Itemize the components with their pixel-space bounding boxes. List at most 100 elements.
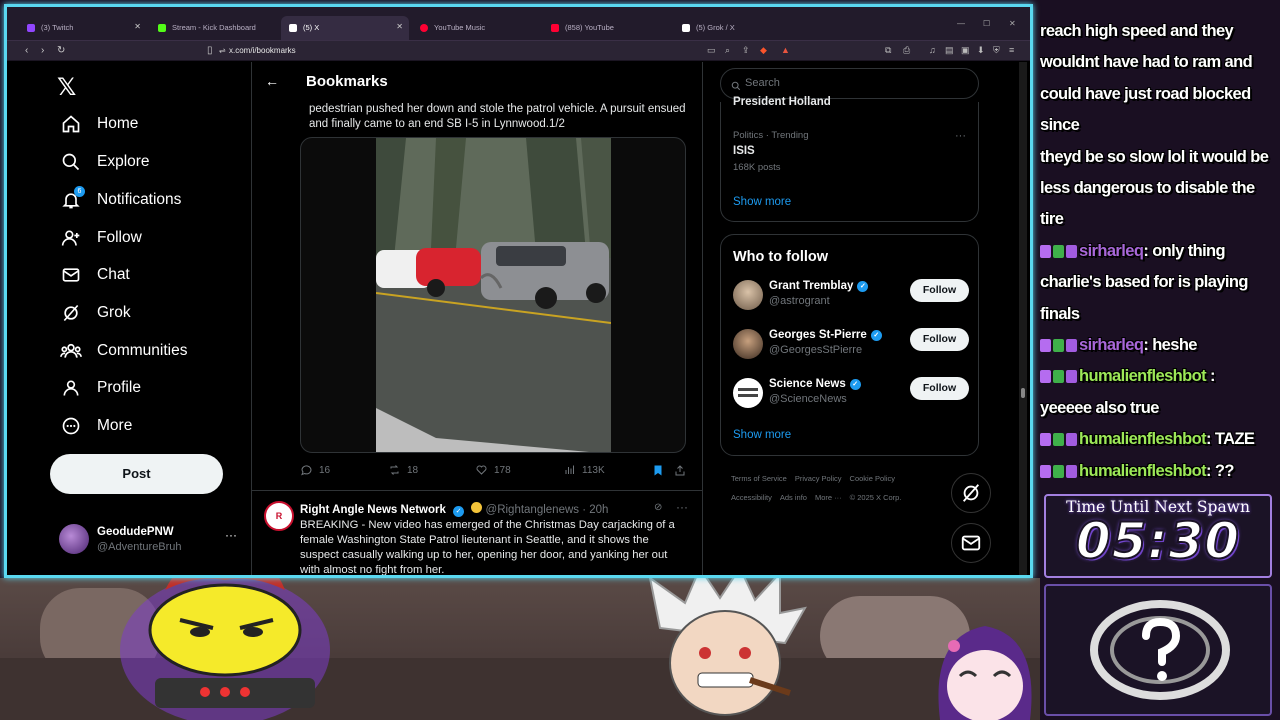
footer-link[interactable]: Terms of Service — [731, 474, 787, 483]
messages-fab[interactable] — [951, 523, 991, 563]
close-window-icon[interactable]: ✕ — [1009, 19, 1016, 28]
chat-username[interactable]: sirharleq — [1079, 242, 1144, 260]
crash-scene-illustration — [376, 138, 611, 452]
x-logo[interactable]: 𝕏 — [57, 73, 76, 101]
maximize-icon[interactable]: ☐ — [983, 19, 990, 28]
tweet-author-name[interactable]: Right Angle News Network — [300, 504, 446, 516]
tab-x[interactable]: (5) X ✕ — [281, 16, 409, 40]
tweet-more-icon[interactable]: ··· — [676, 500, 688, 514]
downloads-icon[interactable]: ⬇ — [977, 45, 985, 56]
vpn-icon[interactable]: ⛨ — [993, 45, 1000, 56]
footer-link[interactable]: Ads info — [780, 493, 807, 502]
close-icon[interactable]: ✕ — [134, 22, 141, 31]
chat-text: : — [1206, 367, 1216, 386]
chat-username[interactable]: humalienfleshbot — [1079, 430, 1207, 448]
reply-button[interactable]: 16 — [300, 464, 330, 476]
nav-chat[interactable]: Chat — [60, 263, 130, 287]
nav-grok[interactable]: Grok — [60, 301, 131, 325]
footer-link[interactable]: Accessibility — [731, 493, 772, 502]
scrollbar[interactable] — [1019, 62, 1027, 575]
music-icon[interactable]: ♫ — [929, 45, 936, 55]
show-more-link[interactable]: Show more — [733, 196, 791, 208]
share-button[interactable] — [674, 464, 692, 477]
crash-photo[interactable] — [376, 138, 611, 452]
follow-button[interactable]: Follow — [910, 279, 969, 302]
show-more-link[interactable]: Show more — [733, 429, 791, 441]
nav-follow[interactable]: Follow — [60, 226, 142, 250]
extensions-icon[interactable]: ⧉ — [885, 45, 891, 56]
follow-suggestion[interactable]: Science News ✓ @ScienceNews Follow — [733, 377, 973, 410]
tab-youtube[interactable]: (858) YouTube — [543, 16, 671, 40]
chat-message-continuation: theyd be so slow lol it would be — [1040, 142, 1276, 173]
account-switcher[interactable]: GeodudePNW @AdventureBruh ··· — [59, 524, 239, 560]
follow-button[interactable]: Follow — [910, 377, 969, 400]
tweet-time[interactable]: · 20h — [582, 504, 608, 516]
tab-kick[interactable]: Stream - Kick Dashboard — [150, 16, 278, 40]
tweet-header: Right Angle News Network ✓ @Rightanglene… — [300, 502, 608, 517]
bookmark-page-icon[interactable]: ▯ — [207, 45, 213, 56]
close-icon[interactable]: ✕ — [396, 22, 403, 31]
follow-suggestion[interactable]: Grant Tremblay ✓ @astrogrant Follow — [733, 279, 973, 312]
brave-shield-icon[interactable]: ◆ — [760, 45, 767, 56]
footer-link[interactable]: More ··· — [815, 493, 842, 502]
nav-communities[interactable]: Communities — [60, 339, 187, 363]
tweet-author-handle[interactable]: @Rightanglenews — [486, 504, 580, 516]
footer-link[interactable]: Cookie Policy — [850, 474, 895, 483]
nav-profile[interactable]: Profile — [60, 376, 141, 400]
avatar[interactable] — [733, 280, 763, 310]
tweet-media[interactable] — [300, 137, 686, 453]
trend-item-partial[interactable]: President Holland — [733, 96, 831, 108]
footer-link[interactable]: Privacy Policy — [795, 474, 842, 483]
badge-icon — [1040, 370, 1051, 384]
chat-username[interactable]: humalienfleshbot — [1079, 367, 1207, 385]
wallet-icon[interactable]: ▣ — [961, 45, 970, 56]
trend-item[interactable]: Politics · Trending ISIS 168K posts — [733, 130, 809, 173]
tab-grok[interactable]: (5) Grok / X — [674, 16, 802, 40]
retweet-button[interactable]: 18 — [388, 464, 418, 476]
chat-text: wouldnt have had to ram and — [1040, 53, 1253, 72]
search-box[interactable] — [720, 68, 979, 99]
nav-more[interactable]: More — [60, 414, 132, 438]
avatar[interactable] — [733, 378, 763, 408]
avatar[interactable]: R — [264, 501, 294, 531]
verified-icon: ✓ — [453, 506, 465, 517]
nav-notifications[interactable]: 6 Notifications — [60, 186, 181, 212]
site-info-icon[interactable]: ⇌ — [219, 46, 226, 55]
tab-youtube-music[interactable]: YouTube Music — [412, 16, 540, 40]
sidebar-icon[interactable]: ▤ — [945, 45, 954, 56]
tab-twitch[interactable]: (3) Twitch ✕ — [19, 16, 147, 40]
url-field[interactable]: x.com/i/bookmarks — [229, 46, 296, 55]
account-more-icon[interactable]: ··· — [225, 528, 237, 542]
nav-home[interactable]: Home — [60, 112, 138, 136]
chat-text: charlie's based for is playing finals — [1040, 273, 1248, 323]
minimize-icon[interactable]: — — [957, 19, 965, 28]
back-arrow-icon[interactable]: ← — [265, 73, 279, 89]
bookmark-button[interactable] — [652, 464, 670, 477]
chat-text: : only thing — [1143, 241, 1226, 260]
nav-explore[interactable]: Explore — [60, 150, 150, 174]
back-icon[interactable]: ‹ — [25, 45, 28, 56]
menu-icon[interactable]: ≡ — [1009, 45, 1014, 55]
brave-rewards-icon[interactable]: ▲ — [781, 45, 790, 55]
like-button[interactable]: 178 — [475, 464, 511, 476]
scrollbar-thumb[interactable] — [1021, 388, 1025, 398]
follow-button[interactable]: Follow — [910, 328, 969, 351]
tweet[interactable]: R Right Angle News Network ✓ @Rightangle… — [252, 492, 702, 575]
reload-icon[interactable]: ↻ — [57, 45, 65, 56]
screenshot-icon[interactable]: ⎙ — [903, 45, 910, 56]
share-icon[interactable]: ⇪ — [742, 45, 750, 56]
grok-icon[interactable]: ⊘ — [654, 502, 662, 513]
trend-more-icon[interactable]: ··· — [955, 130, 966, 142]
screen-icon[interactable]: ▭ — [707, 45, 716, 56]
chat-username[interactable]: sirharleq — [1079, 336, 1144, 354]
grok-fab[interactable] — [951, 473, 991, 513]
follow-suggestion[interactable]: Georges St-Pierre ✓ @GeorgesStPierre Foll… — [733, 328, 973, 361]
zoom-icon[interactable]: ⌕ — [725, 45, 730, 56]
chat-username[interactable]: humalienfleshbot — [1079, 462, 1207, 480]
avatar[interactable] — [733, 329, 763, 359]
forward-icon[interactable]: › — [41, 45, 44, 56]
search-input[interactable] — [745, 77, 965, 89]
post-button[interactable]: Post — [50, 454, 223, 494]
views-button[interactable]: 113K — [564, 464, 605, 476]
tweet-text: BREAKING - New video has emerged of the … — [300, 519, 675, 575]
